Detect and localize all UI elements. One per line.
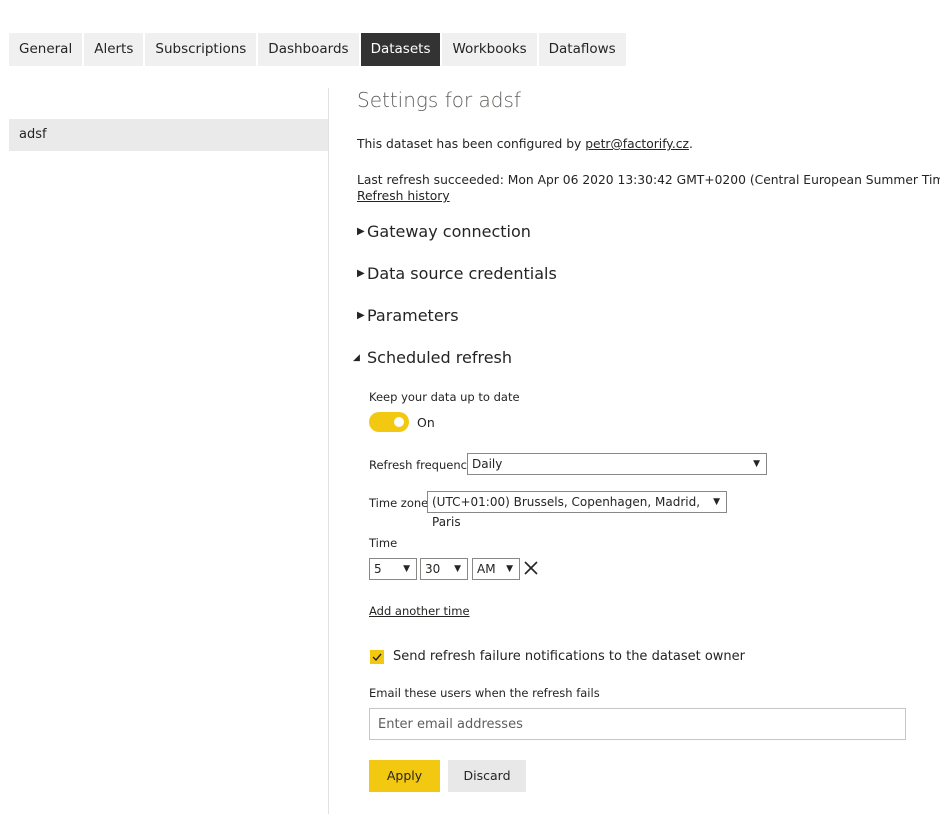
vertical-divider bbox=[328, 88, 329, 814]
caret-right-icon: ▶ bbox=[357, 268, 365, 279]
section-scheduled-label: Scheduled refresh bbox=[367, 348, 513, 367]
keep-up-to-date-toggle[interactable] bbox=[369, 412, 409, 432]
section-scheduled-refresh[interactable]: ◢ Scheduled refresh bbox=[353, 348, 512, 367]
chevron-down-icon: ▼ bbox=[713, 497, 720, 507]
chevron-down-icon: ▼ bbox=[506, 564, 513, 574]
refresh-frequency-label: Refresh frequency bbox=[369, 458, 474, 472]
time-zone-select[interactable]: (UTC+01:00) Brussels, Copenhagen, Madrid… bbox=[427, 491, 727, 529]
add-another-time-link[interactable]: Add another time bbox=[369, 604, 470, 618]
email-addresses-input[interactable] bbox=[369, 708, 906, 740]
ampm-select[interactable]: AM ▼ bbox=[472, 558, 520, 580]
keep-up-to-date-label: Keep your data up to date bbox=[369, 390, 520, 404]
page-title: Settings for adsf bbox=[357, 88, 521, 112]
tab-alerts[interactable]: Alerts bbox=[84, 33, 144, 66]
section-data-source-credentials[interactable]: ▶ Data source credentials bbox=[357, 264, 557, 283]
tab-dashboards[interactable]: Dashboards bbox=[258, 33, 359, 66]
configured-by-text: This dataset has been configured by petr… bbox=[357, 137, 693, 151]
time-label: Time bbox=[369, 536, 398, 550]
section-credentials-label: Data source credentials bbox=[367, 264, 557, 283]
refresh-history-link[interactable]: Refresh history bbox=[357, 189, 450, 203]
last-refresh-text: Last refresh succeeded: Mon Apr 06 2020 … bbox=[357, 173, 940, 187]
hour-select[interactable]: 5 ▼ bbox=[369, 558, 417, 580]
section-parameters[interactable]: ▶ Parameters bbox=[357, 306, 459, 325]
section-gateway-connection[interactable]: ▶ Gateway connection bbox=[357, 222, 531, 241]
tab-datasets[interactable]: Datasets bbox=[360, 33, 441, 66]
refresh-frequency-value: Daily bbox=[472, 457, 503, 471]
tab-general[interactable]: General bbox=[9, 33, 83, 66]
minute-select[interactable]: 30 ▼ bbox=[420, 558, 468, 580]
tab-dataflows[interactable]: Dataflows bbox=[538, 33, 626, 66]
owner-email-link[interactable]: petr@factorify.cz bbox=[585, 137, 689, 151]
configured-by-suffix: . bbox=[688, 137, 693, 151]
notify-owner-checkbox[interactable] bbox=[370, 650, 384, 664]
hour-value: 5 bbox=[374, 562, 382, 576]
section-parameters-label: Parameters bbox=[367, 306, 459, 325]
configured-by-prefix: This dataset has been configured by bbox=[357, 137, 586, 151]
chevron-down-icon: ▼ bbox=[403, 564, 410, 574]
time-zone-value: (UTC+01:00) Brussels, Copenhagen, Madrid… bbox=[432, 495, 701, 529]
caret-right-icon: ▶ bbox=[357, 310, 365, 321]
chevron-down-icon: ▼ bbox=[753, 459, 760, 469]
sidebar-item-adsf[interactable]: adsf bbox=[9, 119, 328, 151]
minute-value: 30 bbox=[425, 562, 441, 576]
settings-tab-bar: General Alerts Subscriptions Dashboards … bbox=[9, 33, 628, 66]
checkmark-icon bbox=[372, 653, 382, 662]
toggle-state-label: On bbox=[417, 415, 435, 430]
toggle-knob bbox=[394, 417, 404, 427]
notify-owner-label: Send refresh failure notifications to th… bbox=[393, 649, 746, 664]
ampm-value: AM bbox=[477, 562, 496, 576]
caret-expanded-icon: ◢ bbox=[353, 352, 360, 363]
section-gateway-label: Gateway connection bbox=[367, 222, 531, 241]
apply-button[interactable]: Apply bbox=[369, 760, 440, 792]
email-users-label: Email these users when the refresh fails bbox=[369, 686, 600, 700]
discard-button[interactable]: Discard bbox=[448, 760, 526, 792]
remove-time-close-icon[interactable] bbox=[523, 560, 539, 580]
time-zone-label: Time zone bbox=[369, 496, 429, 510]
tab-subscriptions[interactable]: Subscriptions bbox=[145, 33, 257, 66]
dataset-settings-panel: Settings for adsf This dataset has been … bbox=[353, 0, 940, 792]
tab-workbooks[interactable]: Workbooks bbox=[442, 33, 537, 66]
chevron-down-icon: ▼ bbox=[454, 564, 461, 574]
refresh-frequency-select[interactable]: Daily ▼ bbox=[467, 453, 767, 475]
caret-right-icon: ▶ bbox=[357, 226, 365, 237]
